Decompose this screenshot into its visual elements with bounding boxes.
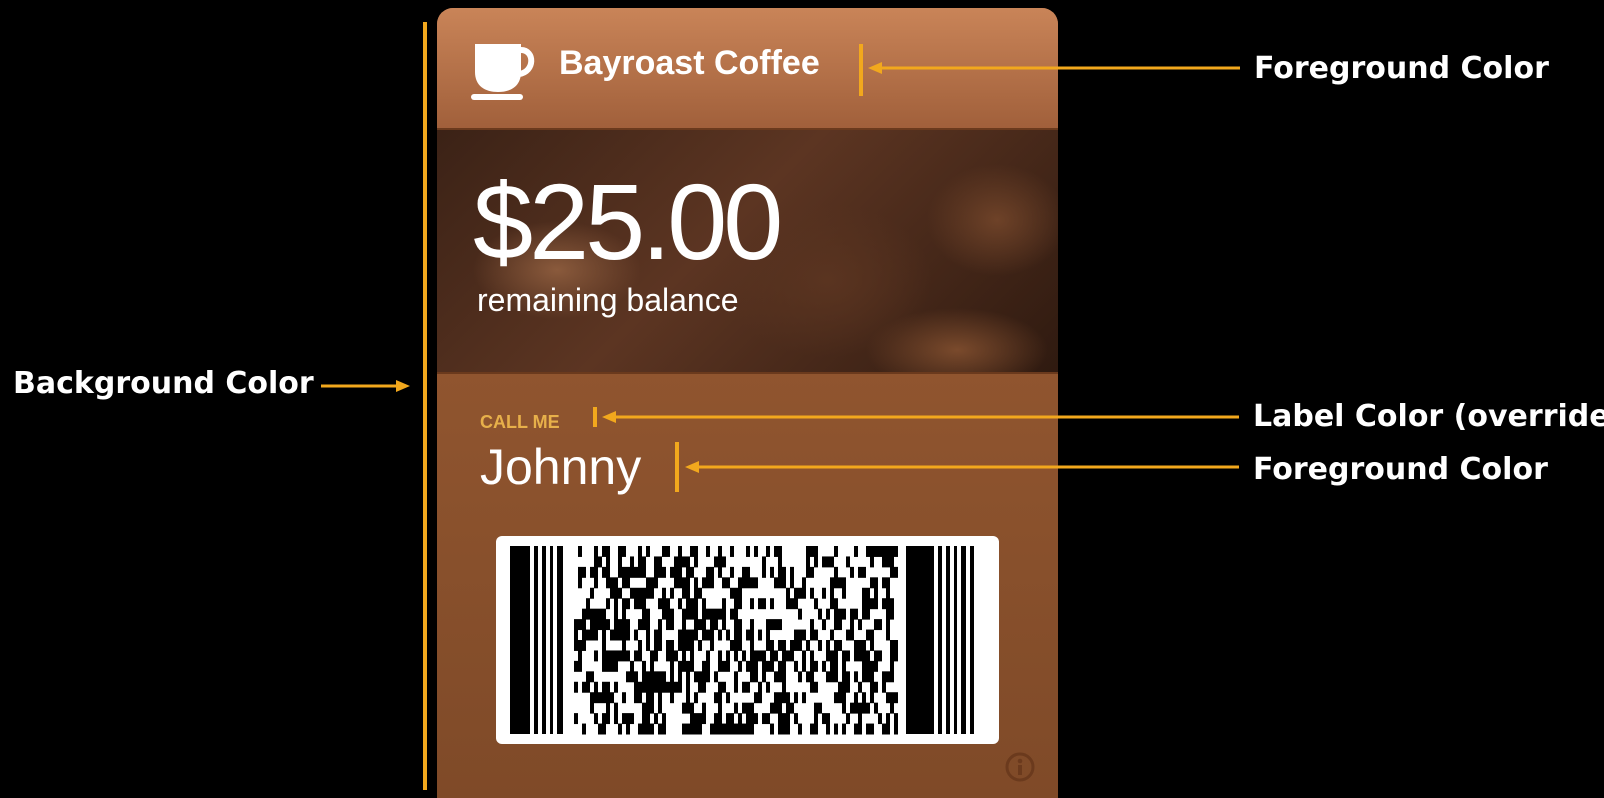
label-arrow-head [602, 411, 616, 423]
value-arrow-head [685, 461, 699, 473]
title-arrow-head [868, 62, 882, 74]
background-arrow-head [396, 380, 410, 392]
annotation-overlay [321, 22, 1240, 790]
